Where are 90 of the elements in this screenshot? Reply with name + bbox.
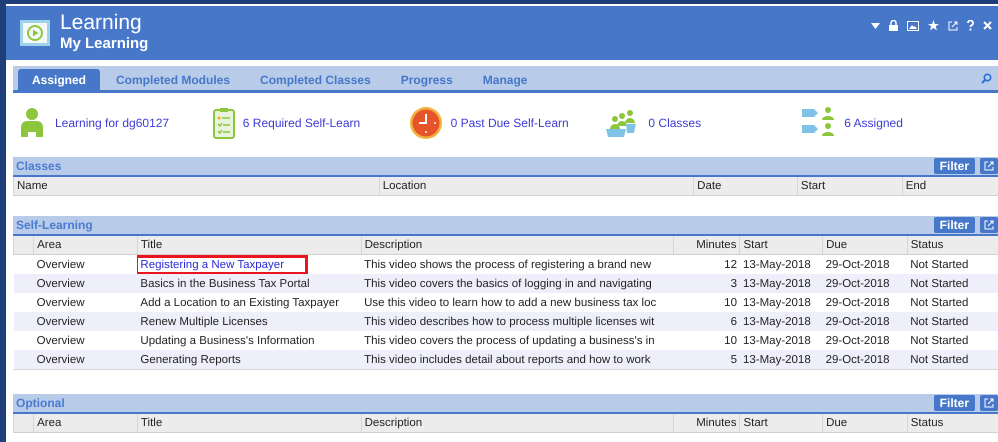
column-header[interactable]: Due	[822, 414, 908, 432]
table-cell: Not Started	[910, 316, 968, 328]
column-header[interactable]: Area	[34, 414, 138, 432]
table-cell: 10	[724, 334, 737, 346]
table-cell: 5	[730, 354, 737, 366]
column-header[interactable]: Minutes	[673, 414, 740, 432]
course-link[interactable]: Add a Location to an Existing Taxpayer	[137, 296, 342, 310]
table-cell: 29-Oct-2018	[826, 258, 890, 270]
popout-icon	[984, 220, 994, 230]
section-title: Self-Learning	[15, 218, 93, 232]
column-header[interactable]: Start	[740, 414, 823, 432]
summary-link[interactable]: 6 Assigned	[844, 116, 903, 130]
popout-button[interactable]	[980, 217, 998, 233]
column-header[interactable]: End	[902, 177, 998, 196]
column-header[interactable]: Location	[379, 177, 694, 196]
popout-button[interactable]	[980, 158, 998, 174]
column-header[interactable]: Minutes	[673, 236, 740, 254]
table-cell: Overview	[36, 278, 85, 290]
table-cell: Not Started	[910, 296, 968, 308]
table-cell: 13-May-2018	[742, 354, 811, 366]
table-cell: Overview	[36, 296, 85, 308]
table-cell: 10	[724, 296, 737, 308]
column-header[interactable]: Status	[907, 414, 998, 432]
search-icon[interactable]	[981, 73, 992, 84]
table-cell: 6	[730, 316, 737, 328]
column-header[interactable]: Name	[14, 177, 380, 196]
image-icon[interactable]	[907, 20, 919, 30]
table-cell: Not Started	[910, 278, 968, 290]
table-cell: This video covers the basics of logging in and navigating	[364, 278, 652, 290]
column-header[interactable]: Date	[694, 177, 798, 196]
column-header[interactable]: Title	[137, 236, 362, 254]
table-cell: Overview	[36, 334, 85, 346]
column-header[interactable]: Area	[34, 236, 138, 254]
table-cell: Not Started	[910, 258, 968, 270]
clipboard-icon	[212, 107, 235, 139]
table-cell: 13-May-2018	[742, 258, 811, 270]
table-cell: Not Started	[910, 354, 968, 366]
popout-icon	[984, 398, 994, 408]
table-cell: This video includes detail about reports and how to work	[364, 354, 650, 366]
table-cell: Overview	[36, 258, 85, 270]
table-cell: Overview	[36, 354, 85, 366]
table-cell: 13-May-2018	[742, 316, 811, 328]
close-icon[interactable]	[983, 21, 992, 30]
summary-link[interactable]: Learning for dg60127	[55, 116, 170, 130]
table-cell: This video shows the process of registering a brand new	[364, 258, 652, 270]
popout-icon[interactable]	[948, 20, 958, 30]
column-header[interactable]: Title	[137, 414, 362, 432]
summary-link[interactable]: 0 Classes	[648, 116, 702, 130]
filter-button[interactable]: Filter	[934, 395, 975, 411]
summary-link[interactable]: 0 Past Due Self-Learn	[450, 116, 569, 130]
play-icon	[20, 20, 50, 46]
table-cell: Use this video to learn how to add a new business tax loc	[364, 296, 656, 308]
column-header[interactable]: Description	[361, 236, 674, 254]
table-cell: 29-Oct-2018	[826, 354, 890, 366]
column-header[interactable]: Description	[361, 414, 674, 432]
table-cell: This video covers the process of updating a business's in	[364, 334, 655, 346]
window-subtitle: My Learning	[60, 34, 148, 54]
table-cell: 13-May-2018	[742, 278, 811, 290]
dropdown-icon[interactable]	[871, 22, 880, 28]
tab[interactable]: Assigned	[18, 69, 100, 90]
popout-button[interactable]	[980, 395, 998, 411]
table-cell: 29-Oct-2018	[826, 278, 890, 290]
column-header[interactable]: Status	[907, 236, 998, 254]
lock-icon[interactable]	[889, 20, 898, 31]
filter-button[interactable]: Filter	[934, 158, 975, 174]
column-header[interactable]: Start	[740, 236, 823, 254]
table-cell: This video describes how to process multiple licenses wit	[364, 316, 654, 328]
table-cell: Overview	[36, 316, 85, 328]
table-cell: 29-Oct-2018	[826, 334, 890, 346]
window-title: Learning	[60, 12, 143, 34]
table-cell: 29-Oct-2018	[826, 296, 890, 308]
column-header[interactable]: Due	[822, 236, 908, 254]
help-icon[interactable]	[967, 20, 974, 31]
star-icon[interactable]	[928, 20, 939, 31]
clock-icon	[408, 106, 443, 140]
section-title: Classes	[15, 159, 62, 173]
column-header[interactable]: Start	[797, 177, 902, 196]
table-cell: 3	[730, 278, 737, 290]
course-link[interactable]: Registering a New Taxpayer	[137, 256, 306, 272]
table-cell: 13-May-2018	[742, 334, 811, 346]
assignment-icon	[802, 107, 836, 139]
course-link[interactable]: Updating a Business's Information	[137, 334, 318, 348]
table-cell: 13-May-2018	[742, 296, 811, 308]
table-cell: 29-Oct-2018	[826, 316, 890, 328]
section-title: Optional	[15, 396, 65, 410]
table-cell: 12	[724, 258, 737, 270]
filter-button[interactable]: Filter	[934, 217, 975, 233]
table-cell: Not Started	[910, 334, 968, 346]
summary-link[interactable]: 6 Required Self-Learn	[242, 116, 360, 130]
popout-icon	[984, 161, 994, 171]
